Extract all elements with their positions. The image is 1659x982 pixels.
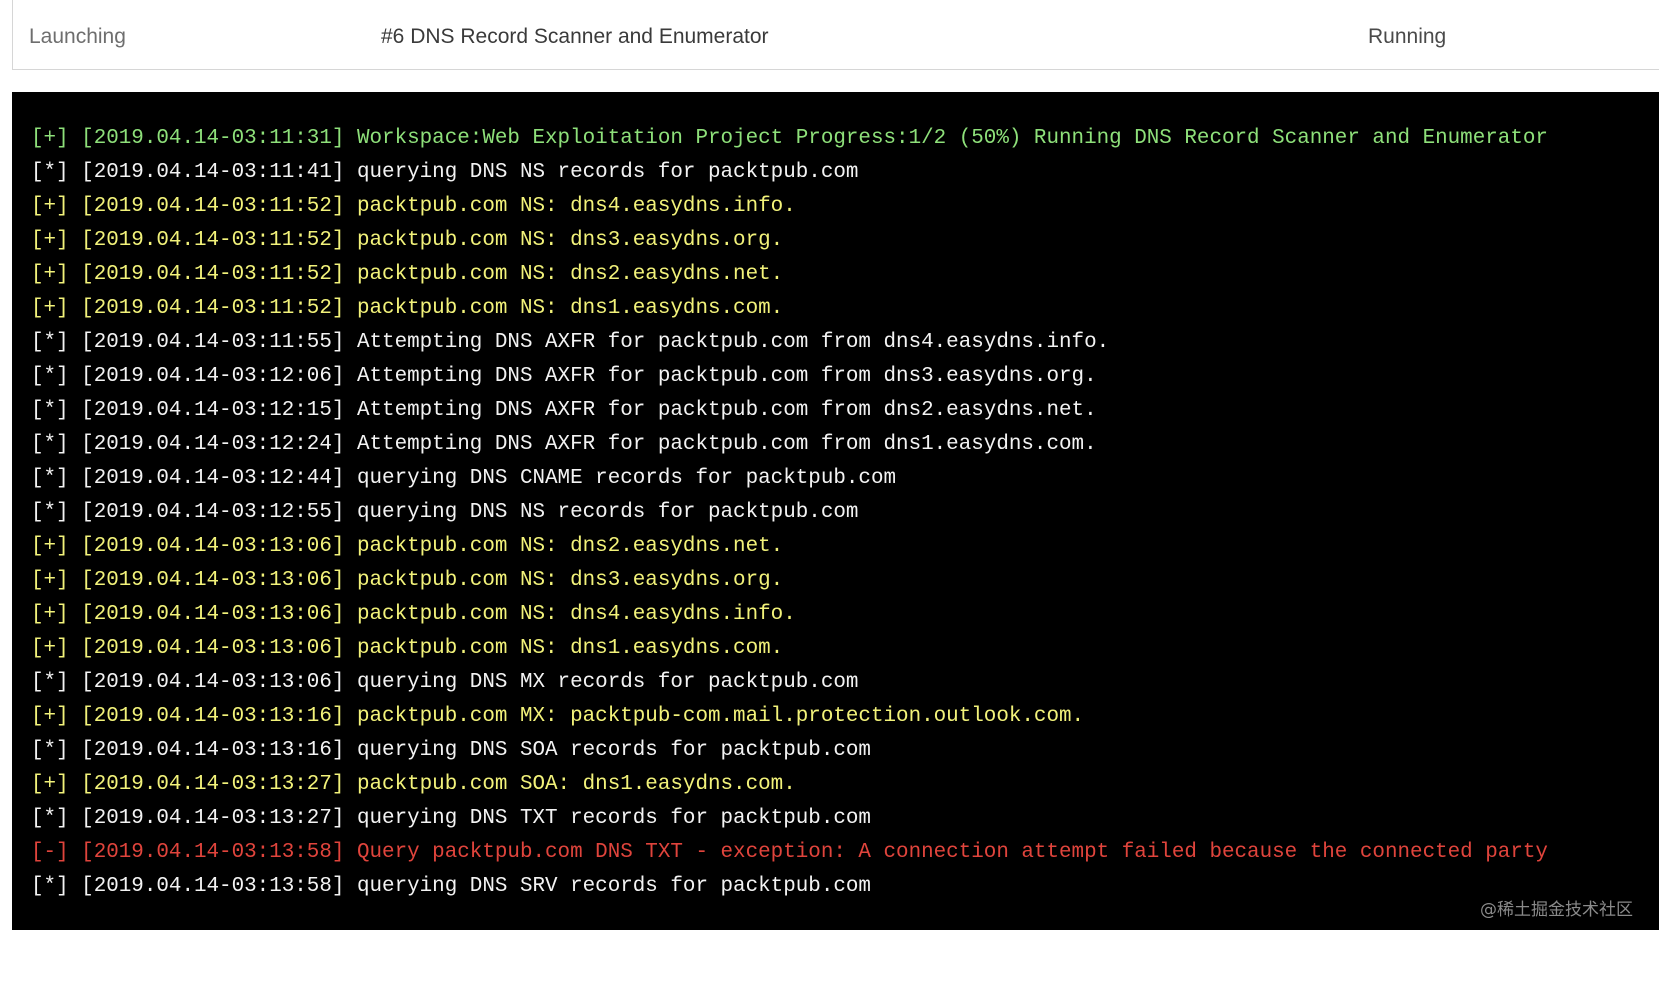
task-status-label: Launching [29,25,126,48]
log-list: [+] [2019.04.14-03:11:31] Workspace:Web … [31,124,1548,906]
log-timestamp: [2019.04.14-03:11:55] [81,331,345,354]
log-line: [+] [2019.04.14-03:11:52] packtpub.com N… [31,226,1548,260]
log-message: Attempting DNS AXFR for packtpub.com fro… [356,365,1097,388]
log-prefix: [+] [31,637,69,660]
log-message: packtpub.com NS: dns2.easydns.net. [356,263,784,286]
log-prefix: [+] [31,263,69,286]
log-timestamp: [2019.04.14-03:11:41] [81,161,345,184]
log-message: querying DNS SRV records for packtpub.co… [356,875,871,898]
log-line: [*] [2019.04.14-03:12:44] querying DNS C… [31,464,1548,498]
log-timestamp: [2019.04.14-03:13:06] [81,535,345,558]
log-prefix: [+] [31,229,69,252]
log-message: packtpub.com NS: dns1.easydns.com. [356,297,784,320]
log-timestamp: [2019.04.14-03:12:06] [81,365,345,388]
log-timestamp: [2019.04.14-03:12:15] [81,399,345,422]
log-timestamp: [2019.04.14-03:11:52] [81,263,345,286]
log-line: [-] [2019.04.14-03:13:58] Query packtpub… [31,838,1548,872]
log-prefix: [*] [31,501,69,524]
log-prefix: [*] [31,671,69,694]
log-message: querying DNS NS records for packtpub.com [356,501,859,524]
watermark: @稀土掘金技术社区 [1480,900,1633,920]
log-timestamp: [2019.04.14-03:12:44] [81,467,345,490]
console-output-panel[interactable]: [+] [2019.04.14-03:11:31] Workspace:Web … [12,92,1659,930]
log-message: Workspace:Web Exploitation Project Progr… [356,127,1548,150]
log-line: [+] [2019.04.14-03:11:52] packtpub.com N… [31,260,1548,294]
log-prefix: [-] [31,841,69,864]
log-prefix: [*] [31,875,69,898]
log-timestamp: [2019.04.14-03:11:52] [81,195,345,218]
log-line: [+] [2019.04.14-03:13:06] packtpub.com N… [31,634,1548,668]
log-line: [*] [2019.04.14-03:12:06] Attempting DNS… [31,362,1548,396]
log-timestamp: [2019.04.14-03:13:58] [81,875,345,898]
log-line: [+] [2019.04.14-03:13:06] packtpub.com N… [31,600,1548,634]
log-line: [+] [2019.04.14-03:11:31] Workspace:Web … [31,124,1548,158]
log-line: [+] [2019.04.14-03:11:52] packtpub.com N… [31,294,1548,328]
log-prefix: [*] [31,399,69,422]
log-message: querying DNS MX records for packtpub.com [356,671,859,694]
log-timestamp: [2019.04.14-03:11:52] [81,229,345,252]
log-prefix: [+] [31,569,69,592]
log-timestamp: [2019.04.14-03:13:06] [81,637,345,660]
log-message: querying DNS CNAME records for packtpub.… [356,467,897,490]
log-line: [+] [2019.04.14-03:13:16] packtpub.com M… [31,702,1548,736]
log-line: [+] [2019.04.14-03:13:06] packtpub.com N… [31,566,1548,600]
log-prefix: [+] [31,297,69,320]
log-timestamp: [2019.04.14-03:13:27] [81,773,345,796]
log-timestamp: [2019.04.14-03:13:06] [81,671,345,694]
log-prefix: [*] [31,433,69,456]
log-timestamp: [2019.04.14-03:13:16] [81,739,345,762]
log-line: [*] [2019.04.14-03:13:58] querying DNS S… [31,872,1548,906]
log-line: [*] [2019.04.14-03:12:55] querying DNS N… [31,498,1548,532]
log-timestamp: [2019.04.14-03:13:16] [81,705,345,728]
log-timestamp: [2019.04.14-03:13:06] [81,603,345,626]
log-line: [+] [2019.04.14-03:13:27] packtpub.com S… [31,770,1548,804]
log-timestamp: [2019.04.14-03:13:06] [81,569,345,592]
log-prefix: [*] [31,331,69,354]
log-timestamp: [2019.04.14-03:13:27] [81,807,345,830]
log-prefix: [+] [31,705,69,728]
log-timestamp: [2019.04.14-03:11:31] [81,127,345,150]
log-prefix: [*] [31,365,69,388]
log-prefix: [+] [31,603,69,626]
log-prefix: [+] [31,127,69,150]
log-message: querying DNS TXT records for packtpub.co… [356,807,871,830]
log-timestamp: [2019.04.14-03:12:55] [81,501,345,524]
log-message: Attempting DNS AXFR for packtpub.com fro… [356,433,1097,456]
log-message: packtpub.com MX: packtpub-com.mail.prote… [356,705,1085,728]
log-prefix: [*] [31,807,69,830]
log-line: [*] [2019.04.14-03:13:06] querying DNS M… [31,668,1548,702]
log-message: packtpub.com SOA: dns1.easydns.com. [356,773,796,796]
log-message: packtpub.com NS: dns1.easydns.com. [356,637,784,660]
log-line: [+] [2019.04.14-03:13:06] packtpub.com N… [31,532,1548,566]
log-message: packtpub.com NS: dns2.easydns.net. [356,535,784,558]
log-message: packtpub.com NS: dns4.easydns.info. [356,603,796,626]
log-prefix: [+] [31,773,69,796]
log-line: [*] [2019.04.14-03:11:55] Attempting DNS… [31,328,1548,362]
log-message: querying DNS NS records for packtpub.com [356,161,859,184]
log-line: [*] [2019.04.14-03:11:41] querying DNS N… [31,158,1548,192]
task-title: #6 DNS Record Scanner and Enumerator [381,25,769,48]
task-state-label: Running [1368,25,1447,48]
log-prefix: [*] [31,161,69,184]
log-line: [*] [2019.04.14-03:12:24] Attempting DNS… [31,430,1548,464]
log-line: [*] [2019.04.14-03:12:15] Attempting DNS… [31,396,1548,430]
task-header-row[interactable]: Launching #6 DNS Record Scanner and Enum… [12,0,1659,70]
log-line: [+] [2019.04.14-03:11:52] packtpub.com N… [31,192,1548,226]
log-timestamp: [2019.04.14-03:11:52] [81,297,345,320]
log-message: Attempting DNS AXFR for packtpub.com fro… [356,331,1110,354]
log-prefix: [*] [31,739,69,762]
log-message: querying DNS SOA records for packtpub.co… [356,739,871,762]
log-timestamp: [2019.04.14-03:12:24] [81,433,345,456]
log-message: Attempting DNS AXFR for packtpub.com fro… [356,399,1097,422]
log-prefix: [+] [31,195,69,218]
log-message: packtpub.com NS: dns3.easydns.org. [356,229,784,252]
log-prefix: [*] [31,467,69,490]
log-line: [*] [2019.04.14-03:13:16] querying DNS S… [31,736,1548,770]
log-message: Query packtpub.com DNS TXT - exception: … [356,841,1548,864]
log-prefix: [+] [31,535,69,558]
log-timestamp: [2019.04.14-03:13:58] [81,841,345,864]
log-message: packtpub.com NS: dns4.easydns.info. [356,195,796,218]
log-line: [*] [2019.04.14-03:13:27] querying DNS T… [31,804,1548,838]
log-message: packtpub.com NS: dns3.easydns.org. [356,569,784,592]
